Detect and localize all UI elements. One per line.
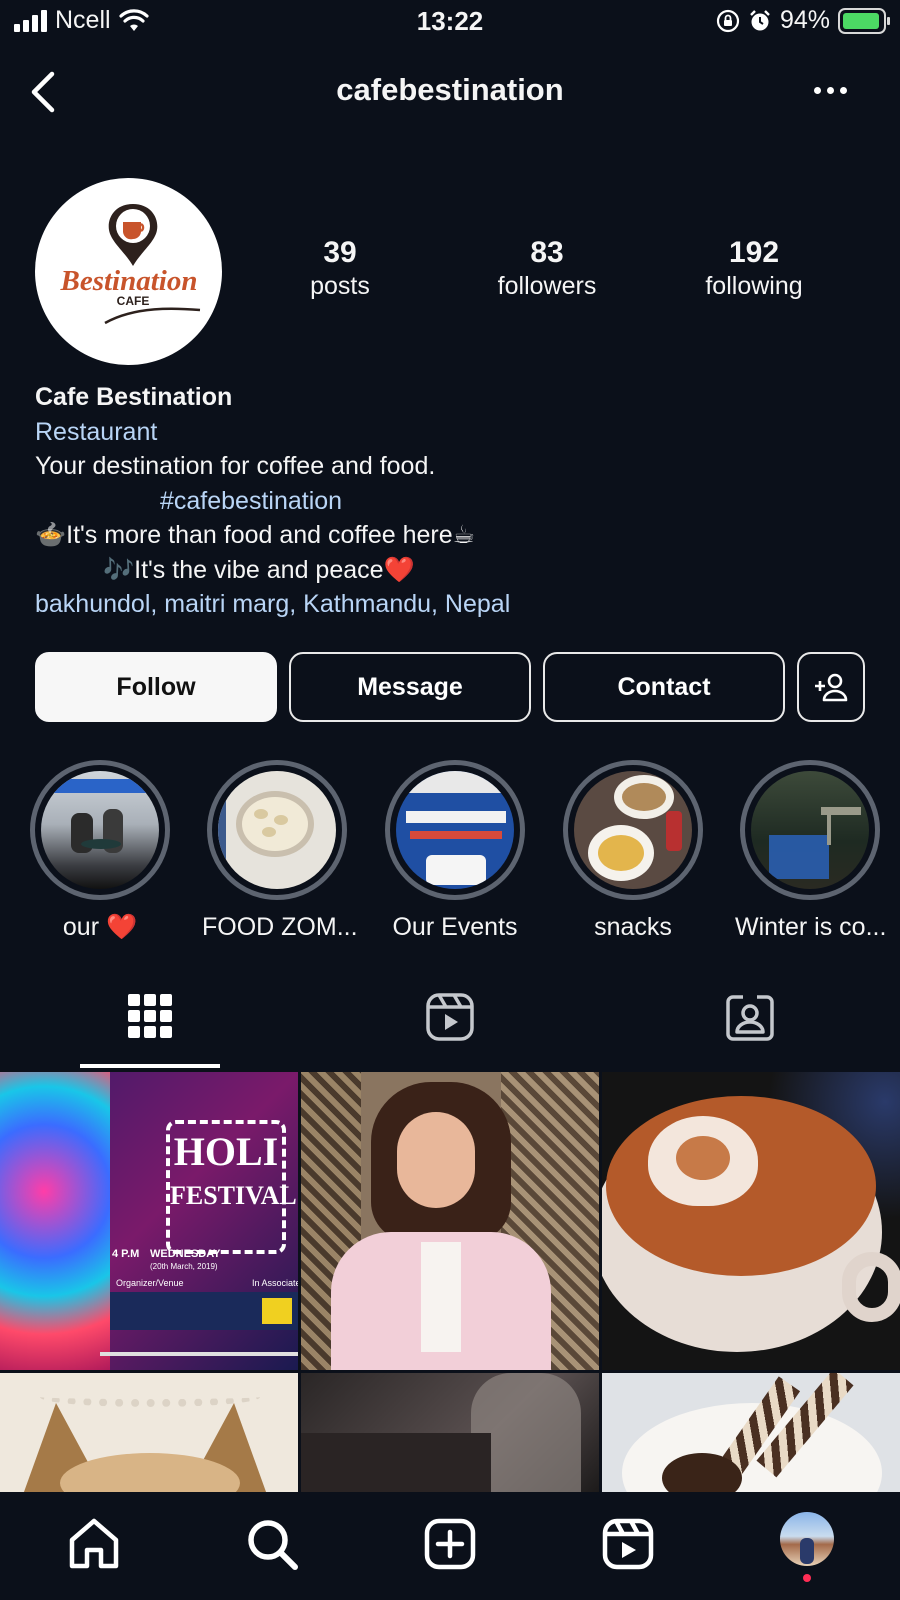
followers-stat[interactable]: 83 followers [457, 236, 637, 301]
post-title: HOLI [173, 1129, 279, 1174]
highlight-thumbnail [574, 771, 692, 889]
active-tab-indicator [80, 1064, 220, 1068]
coffee-cup-icon: ☕ [452, 521, 476, 549]
bio-line: Your destination for coffee and food. [35, 452, 436, 480]
bottom-navigation [0, 1492, 900, 1600]
highlight-item[interactable]: Winter is co... [735, 760, 887, 942]
alarm-icon [750, 9, 770, 30]
top-navigation: cafebestination [0, 62, 900, 122]
post-thumbnail[interactable] [301, 1072, 599, 1370]
highlight-item[interactable]: our ❤️ [25, 760, 175, 942]
tab-tagged[interactable] [680, 992, 820, 1072]
svg-text:CAFE: CAFE [117, 294, 150, 308]
profile-avatar-tab[interactable] [780, 1512, 834, 1566]
profile-username: cafebestination [336, 72, 564, 107]
music-notes-icon: 🎶 [103, 555, 135, 584]
profile-name: Cafe Bestination [35, 383, 233, 411]
highlight-thumbnail [751, 771, 869, 889]
highlight-item[interactable]: Our Events [380, 760, 530, 942]
battery-icon [838, 7, 890, 34]
search-icon[interactable] [242, 1514, 302, 1574]
rotation-lock-icon [716, 9, 740, 32]
post-thumbnail[interactable] [301, 1373, 599, 1492]
posts-stat[interactable]: 39 posts [250, 236, 430, 301]
profile-tabs [0, 992, 900, 1072]
bio-line: 🎶It's the vibe and peace❤️ [103, 555, 415, 584]
more-options-icon[interactable] [814, 82, 854, 98]
contact-button[interactable]: Contact [543, 652, 785, 722]
heart-icon: ❤️ [383, 555, 415, 584]
highlight-item[interactable]: FOOD ZOM... [202, 760, 358, 942]
posts-grid: HOLI FESTIVAL 4 P.M WEDNESDAY (20th Marc… [0, 1072, 900, 1492]
profile-avatar[interactable]: Bestination CAFE [35, 178, 222, 365]
highlight-thumbnail [218, 771, 336, 889]
notification-dot [803, 1574, 811, 1582]
highlight-thumbnail [41, 771, 159, 889]
highlight-label: FOOD ZOM... [202, 913, 358, 941]
highlight-label: our ❤️ [62, 913, 138, 941]
post-thumbnail[interactable] [0, 1373, 298, 1492]
location-link[interactable]: bakhundol, maitri marg, Kathmandu, Nepal [35, 587, 865, 622]
bio-line: 🍲It's more than food and coffee here☕ [35, 521, 476, 549]
hashtag-link[interactable]: #cafebestination [35, 484, 865, 519]
highlight-item[interactable]: snacks [558, 760, 708, 942]
profile-bio: Cafe Bestination Restaurant Your destina… [35, 380, 865, 622]
status-bar: Ncell 13:22 94% [0, 0, 900, 46]
highlight-label: Winter is co... [735, 913, 887, 941]
tab-reels[interactable] [380, 992, 520, 1072]
profile-stats: 39 posts 83 followers 192 following [250, 236, 900, 306]
tagged-person-icon [726, 995, 774, 1041]
cafe-logo: Bestination CAFE [60, 204, 201, 325]
highlight-label: Our Events [392, 913, 518, 941]
grid-icon [128, 994, 172, 1038]
tab-posts-grid[interactable] [80, 992, 220, 1072]
soup-bowl-icon: 🍲 [35, 521, 67, 549]
add-person-icon [815, 673, 848, 702]
profile-category[interactable]: Restaurant [35, 415, 865, 450]
post-thumbnail[interactable]: HOLI FESTIVAL 4 P.M WEDNESDAY (20th Marc… [0, 1072, 298, 1370]
reels-icon [426, 993, 474, 1041]
highlight-label: snacks [594, 913, 672, 941]
add-user-button[interactable] [797, 652, 865, 722]
svg-text:Bestination: Bestination [60, 265, 198, 297]
battery-percent: 94% [779, 6, 830, 34]
home-icon[interactable] [64, 1514, 124, 1574]
post-thumbnail[interactable] [602, 1072, 900, 1370]
post-subtitle: FESTIVAL [170, 1181, 297, 1210]
follow-button[interactable]: Follow [35, 652, 277, 722]
post-thumbnail[interactable] [602, 1373, 900, 1492]
reels-icon[interactable] [598, 1514, 658, 1574]
create-post-icon[interactable] [420, 1514, 480, 1574]
highlight-thumbnail [396, 771, 514, 889]
following-stat[interactable]: 192 following [664, 236, 844, 301]
message-button[interactable]: Message [289, 652, 531, 722]
